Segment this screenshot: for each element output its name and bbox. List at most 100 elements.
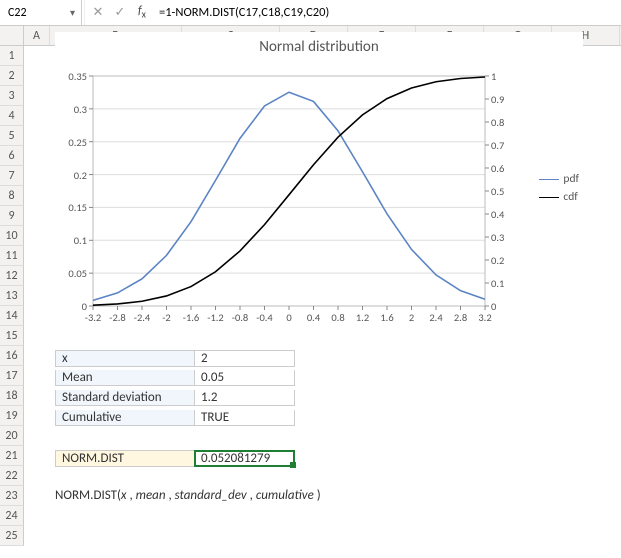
y-left-tick: 0.05 <box>59 267 87 280</box>
x-tick: 1.6 <box>376 311 398 324</box>
row-header-25[interactable]: 25 <box>0 526 24 546</box>
syntax-sep: , <box>247 488 256 503</box>
chart-title: Normal distribution <box>55 38 583 56</box>
x-tick: 2.4 <box>425 311 447 324</box>
x-tick: 0.4 <box>303 311 325 324</box>
y-right-tick: 0.3 <box>491 231 515 244</box>
param-cum-label: Cumulative <box>55 410 195 426</box>
row-header-15[interactable]: 15 <box>0 326 24 346</box>
formula-bar: ▾ ✕ ✓ fx <box>0 0 621 26</box>
x-tick: 2 <box>401 311 423 324</box>
param-sd-label: Standard deviation <box>55 390 195 406</box>
row-header-4[interactable]: 4 <box>0 106 24 126</box>
y-right-tick: 1 <box>491 70 515 83</box>
name-box-dropdown-icon[interactable]: ▾ <box>70 6 75 19</box>
y-right-tick: 0.2 <box>491 254 515 267</box>
legend-pdf: pdf <box>539 172 579 186</box>
row-header-18[interactable]: 18 <box>0 386 24 406</box>
row-header-6[interactable]: 6 <box>0 146 24 166</box>
y-left-tick: 0.35 <box>59 70 87 83</box>
row-header-16[interactable]: 16 <box>0 346 24 366</box>
cell-area[interactable]: Normal distribution 0 0.05 0.1 0.15 0.2 0.25 0… <box>24 26 621 546</box>
x-tick: -3.2 <box>82 311 104 324</box>
fill-handle[interactable] <box>290 462 296 468</box>
x-tick: -0.8 <box>229 311 251 324</box>
param-sd-value[interactable]: 1.2 <box>195 390 295 406</box>
accept-formula-icon[interactable]: ✓ <box>109 0 131 25</box>
table-row[interactable]: Mean 0.05 <box>55 368 295 388</box>
y-left-tick: 0.2 <box>59 169 87 182</box>
y-left-tick: 0.1 <box>59 234 87 247</box>
syntax-sep: , <box>127 488 136 503</box>
y-right-tick: 0.5 <box>491 185 515 198</box>
result-row[interactable]: NORM.DIST 0.052081279 <box>55 448 295 468</box>
cancel-formula-icon[interactable]: ✕ <box>87 0 109 25</box>
row-header-3[interactable]: 3 <box>0 86 24 106</box>
selected-cell[interactable]: 0.052081279 <box>195 450 295 467</box>
param-mean-label: Mean <box>55 370 195 386</box>
row-header-22[interactable]: 22 <box>0 466 24 486</box>
divider <box>84 0 85 25</box>
row-header-10[interactable]: 10 <box>0 226 24 246</box>
table-row[interactable]: Standard deviation 1.2 <box>55 388 295 408</box>
row-header-9[interactable]: 9 <box>0 206 24 226</box>
y-right-tick: 0.6 <box>491 162 515 175</box>
y-left-tick: 0.25 <box>59 136 87 149</box>
result-label: NORM.DIST <box>55 450 195 467</box>
name-box-input[interactable] <box>6 5 50 21</box>
legend-pdf-label: pdf <box>563 172 579 186</box>
series-cdf <box>93 77 485 305</box>
x-tick: -1.2 <box>205 311 227 324</box>
row-header-8[interactable]: 8 <box>0 186 24 206</box>
select-all-corner[interactable] <box>0 26 24 45</box>
param-x-label: x <box>55 350 195 367</box>
row-header-5[interactable]: 5 <box>0 126 24 146</box>
x-tick: -1.6 <box>180 311 202 324</box>
y-right-tick: 0.4 <box>491 208 515 221</box>
x-tick: 0.8 <box>327 311 349 324</box>
row-header-7[interactable]: 7 <box>0 166 24 186</box>
syntax-arg: cumulative <box>256 488 314 503</box>
x-tick: -2 <box>156 311 178 324</box>
x-tick: -2.4 <box>131 311 153 324</box>
row-header-11[interactable]: 11 <box>0 246 24 266</box>
y-right-tick: 0.1 <box>491 277 515 290</box>
name-box[interactable]: ▾ <box>0 0 82 25</box>
row-header-13[interactable]: 13 <box>0 286 24 306</box>
table-row[interactable]: x 2 <box>55 348 295 368</box>
row-header-19[interactable]: 19 <box>0 406 24 426</box>
row-header-23[interactable]: 23 <box>0 486 24 506</box>
row-header-24[interactable]: 24 <box>0 506 24 526</box>
y-left-tick: 0.3 <box>59 103 87 116</box>
chart-legend: pdf cdf <box>539 168 579 208</box>
row-header-14[interactable]: 14 <box>0 306 24 326</box>
y-left-tick: 0.15 <box>59 201 87 214</box>
legend-cdf: cdf <box>539 190 579 204</box>
result-value: 0.052081279 <box>201 451 270 466</box>
series-pdf <box>93 92 485 300</box>
param-mean-value[interactable]: 0.05 <box>195 370 295 386</box>
x-tick: 0 <box>278 311 300 324</box>
y-right-tick: 0.8 <box>491 116 515 129</box>
syntax-close: ) <box>314 488 321 503</box>
param-x-value[interactable]: 2 <box>195 350 295 367</box>
parameters-table: x 2 Mean 0.05 Standard deviation 1.2 Cum… <box>55 348 295 468</box>
x-tick: -2.8 <box>107 311 129 324</box>
row-header-17[interactable]: 17 <box>0 366 24 386</box>
legend-cdf-label: cdf <box>563 190 577 204</box>
row-header-21[interactable]: 21 <box>0 446 24 466</box>
row-header-2[interactable]: 2 <box>0 66 24 86</box>
chart-normal-distribution[interactable]: Normal distribution 0 0.05 0.1 0.15 0.2 0.25 0… <box>55 32 583 342</box>
table-row[interactable]: Cumulative TRUE <box>55 408 295 428</box>
insert-function-button[interactable]: fx <box>131 0 153 25</box>
row-header-12[interactable]: 12 <box>0 266 24 286</box>
param-cum-value[interactable]: TRUE <box>195 410 295 426</box>
row-header-20[interactable]: 20 <box>0 426 24 446</box>
x-tick: 3.2 <box>474 311 496 324</box>
syntax-arg: mean <box>136 488 166 503</box>
formula-input[interactable] <box>153 5 621 20</box>
syntax-arg: standard_dev <box>175 488 247 503</box>
y-right-tick: 0.9 <box>491 93 515 106</box>
row-header-1[interactable]: 1 <box>0 46 24 66</box>
syntax-hint: NORM.DIST(x , mean , standard_dev , cumu… <box>55 488 321 503</box>
